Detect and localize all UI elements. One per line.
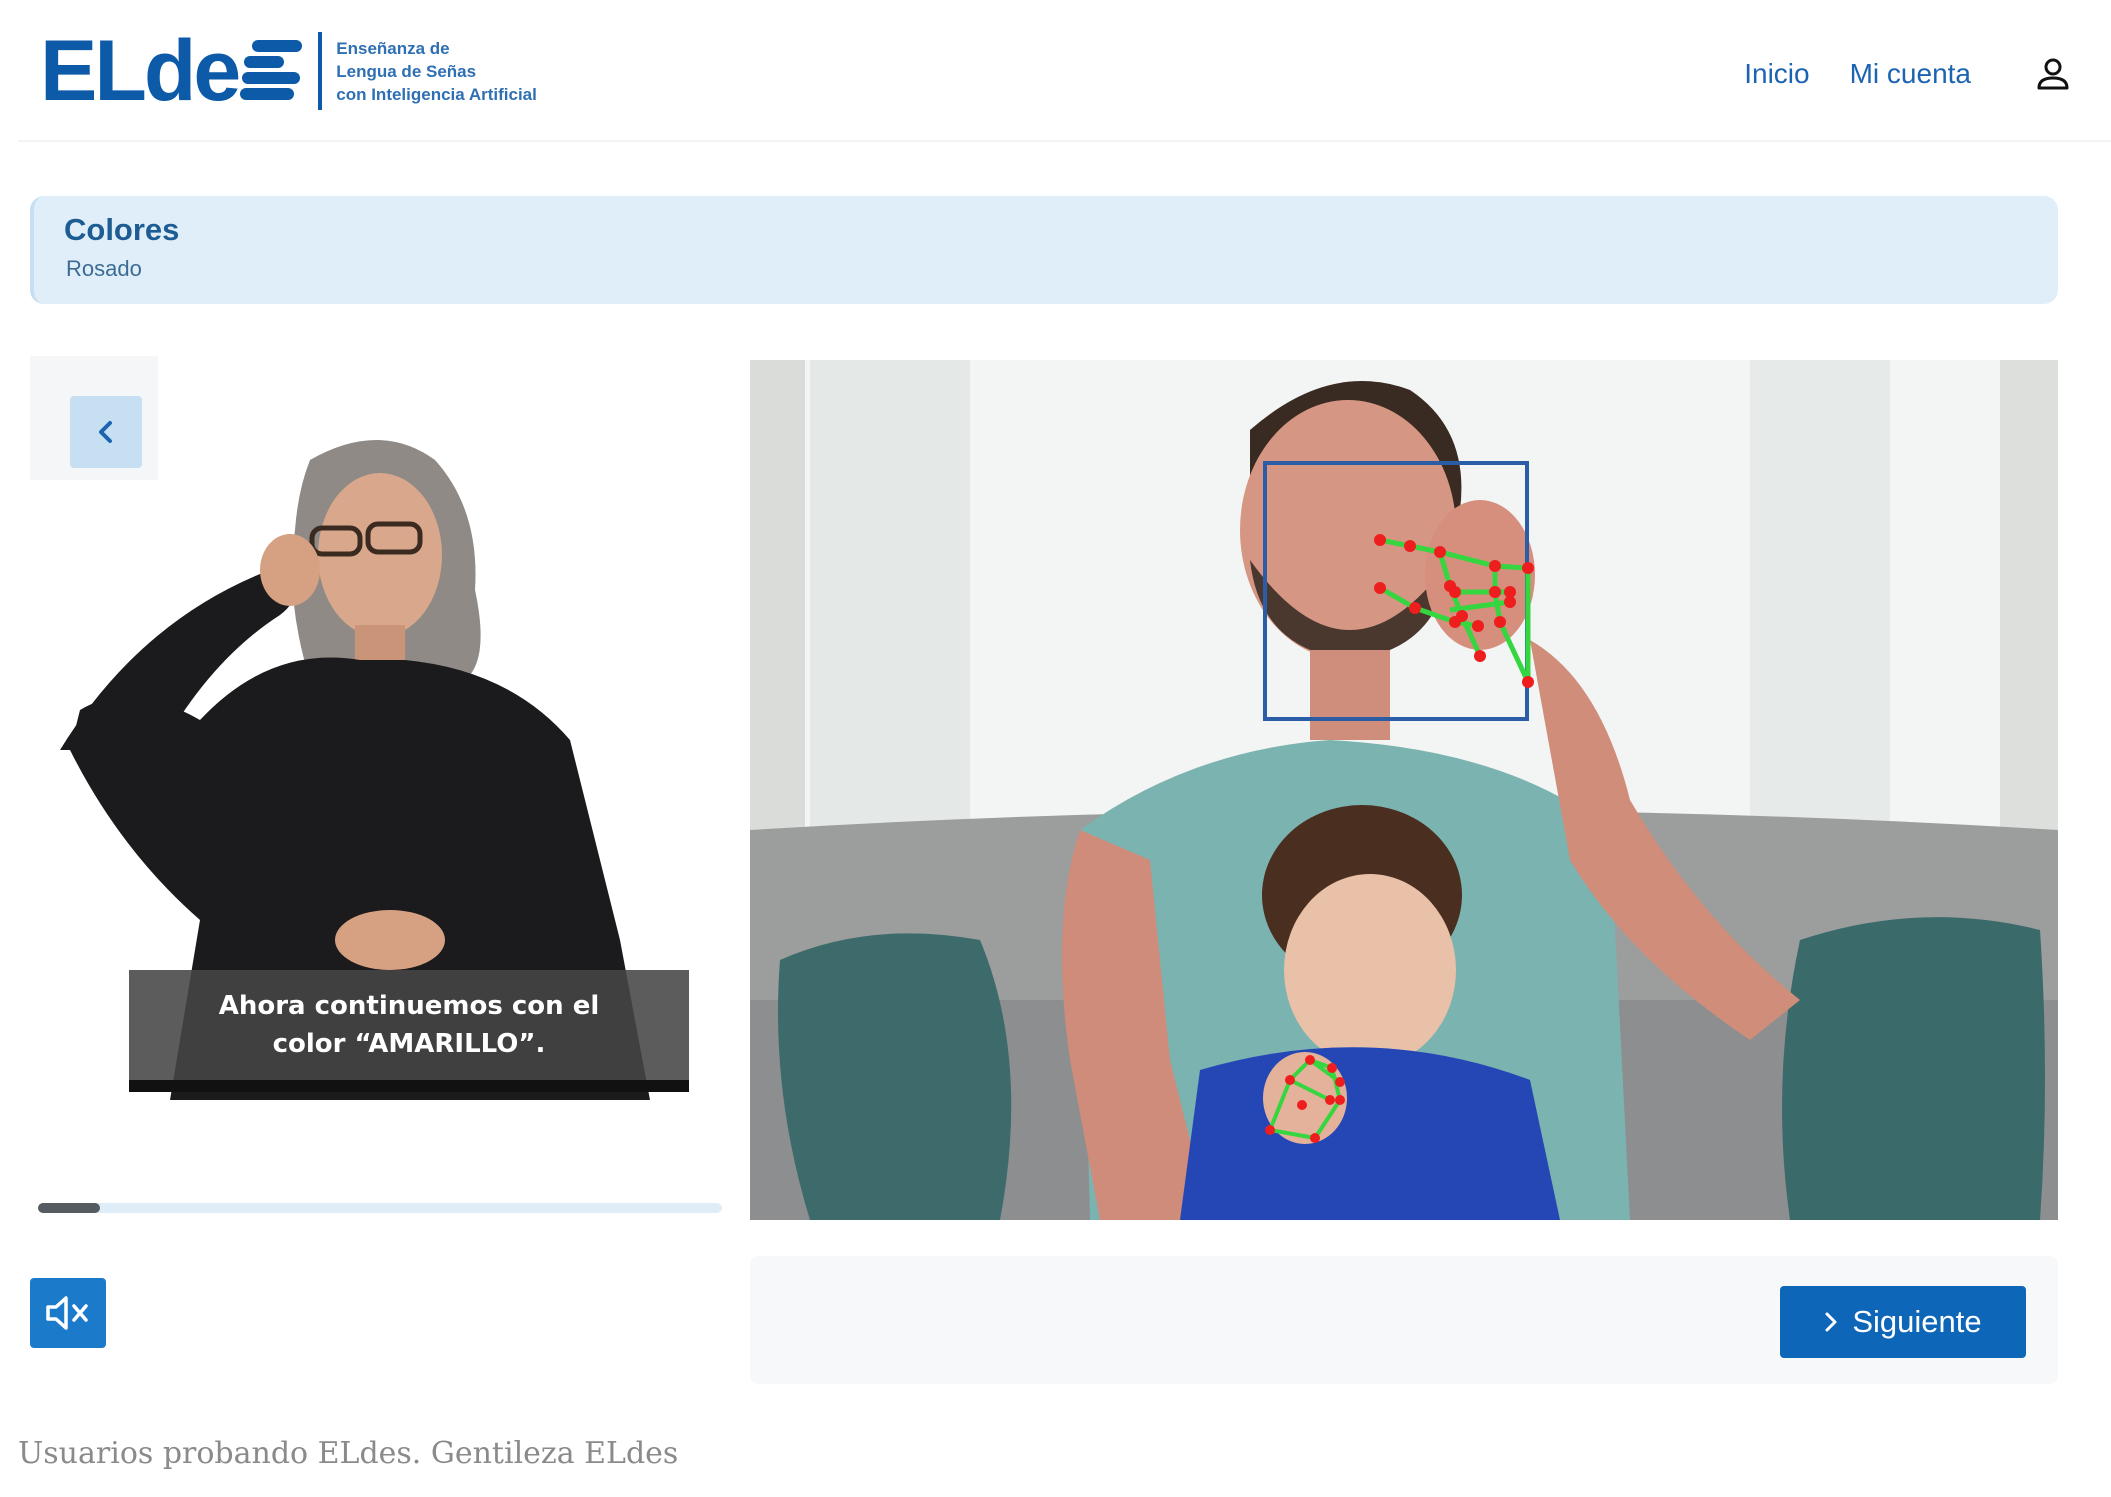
logo-wordmark: ELde xyxy=(40,23,241,119)
video-subtitle: Ahora continuemos con el color “AMARILLO… xyxy=(129,970,689,1092)
lesson-banner: Colores Rosado xyxy=(30,196,2058,304)
speaker-muted-icon xyxy=(46,1296,88,1330)
next-button[interactable]: Siguiente xyxy=(1780,1286,2026,1358)
nav-inicio[interactable]: Inicio xyxy=(1744,58,1809,90)
mute-button[interactable] xyxy=(30,1278,106,1348)
next-button-label: Siguiente xyxy=(1852,1304,1982,1339)
chevron-left-icon xyxy=(99,421,112,443)
action-bar: Siguiente xyxy=(750,1256,2058,1384)
user-icon[interactable] xyxy=(2033,54,2073,94)
logo-tagline: Enseñanza de Lengua de Señas con Intelig… xyxy=(336,38,537,104)
video-progress-bar[interactable] xyxy=(38,1203,722,1213)
app-header: ELde Enseñanza de Lengua de Señas con In… xyxy=(18,0,2111,142)
eldes-logo[interactable]: ELde Enseñanza de Lengua de Señas con In… xyxy=(40,28,537,114)
lesson-subtitle: Rosado xyxy=(66,256,142,281)
top-nav: Inicio Mi cuenta xyxy=(1744,54,2073,94)
webcam-feed xyxy=(750,360,2058,1220)
logo-divider xyxy=(318,32,323,110)
image-caption: Usuarios probando ELdes. Gentileza ELdes xyxy=(18,1436,679,1471)
lesson-title: Colores xyxy=(64,212,180,247)
video-progress-fill xyxy=(38,1203,100,1213)
nav-mi-cuenta[interactable]: Mi cuenta xyxy=(1850,58,1971,90)
camera-scene xyxy=(750,360,2058,1220)
back-button-container xyxy=(30,356,158,480)
subtitle-text: Ahora continuemos con el color “AMARILLO… xyxy=(218,991,600,1059)
back-button[interactable] xyxy=(70,396,142,468)
logo-hand-s-icon xyxy=(240,36,303,106)
chevron-right-icon xyxy=(1825,1312,1837,1332)
